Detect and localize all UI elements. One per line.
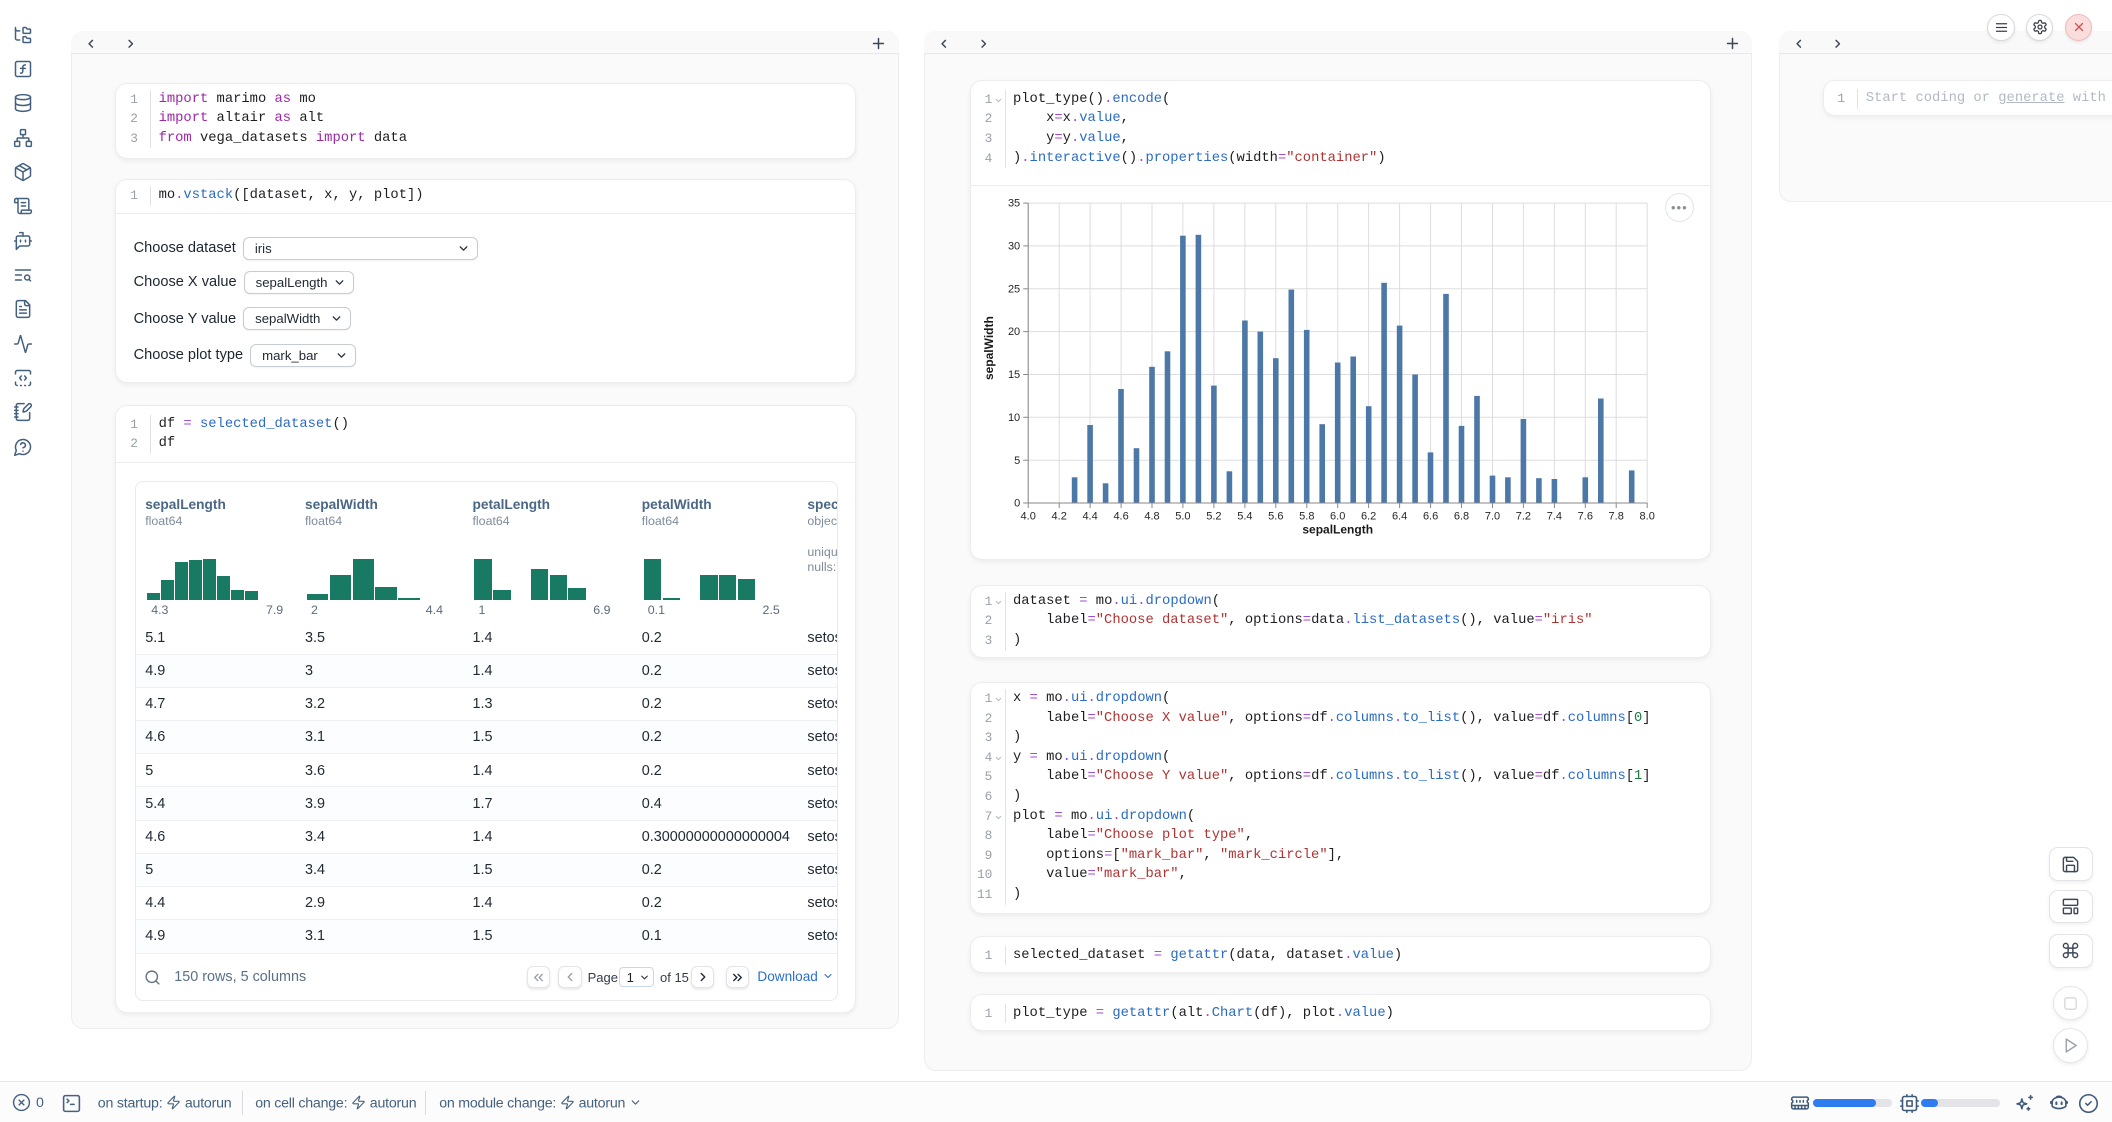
svg-text:6.6: 6.6 — [1423, 511, 1438, 523]
svg-text:6.4: 6.4 — [1392, 511, 1407, 523]
svg-text:5: 5 — [1014, 455, 1020, 467]
svg-text:sepalLength: sepalLength — [1302, 523, 1373, 537]
svg-text:5.2: 5.2 — [1206, 511, 1221, 523]
svg-text:5.8: 5.8 — [1299, 511, 1314, 523]
svg-text:4.2: 4.2 — [1051, 511, 1066, 523]
svg-text:6.0: 6.0 — [1330, 511, 1345, 523]
svg-text:0: 0 — [1014, 498, 1020, 510]
svg-text:5.6: 5.6 — [1268, 511, 1283, 523]
svg-text:7.0: 7.0 — [1485, 511, 1500, 523]
svg-text:7.2: 7.2 — [1516, 511, 1531, 523]
svg-text:35: 35 — [1008, 198, 1020, 210]
svg-text:8.0: 8.0 — [1639, 511, 1654, 523]
svg-text:30: 30 — [1008, 241, 1020, 253]
svg-text:4.0: 4.0 — [1020, 511, 1035, 523]
svg-text:4.6: 4.6 — [1113, 511, 1128, 523]
svg-text:7.4: 7.4 — [1547, 511, 1562, 523]
svg-text:10: 10 — [1008, 412, 1020, 424]
svg-text:4.4: 4.4 — [1082, 511, 1097, 523]
svg-text:25: 25 — [1008, 284, 1020, 296]
svg-text:6.2: 6.2 — [1361, 511, 1376, 523]
svg-text:5.4: 5.4 — [1237, 511, 1252, 523]
svg-text:20: 20 — [1008, 326, 1020, 338]
svg-text:sepalWidth: sepalWidth — [982, 316, 996, 380]
svg-text:7.8: 7.8 — [1608, 511, 1623, 523]
svg-text:15: 15 — [1008, 369, 1020, 381]
svg-text:7.6: 7.6 — [1577, 511, 1592, 523]
svg-text:4.8: 4.8 — [1144, 511, 1159, 523]
svg-text:5.0: 5.0 — [1175, 511, 1190, 523]
svg-text:6.8: 6.8 — [1454, 511, 1469, 523]
